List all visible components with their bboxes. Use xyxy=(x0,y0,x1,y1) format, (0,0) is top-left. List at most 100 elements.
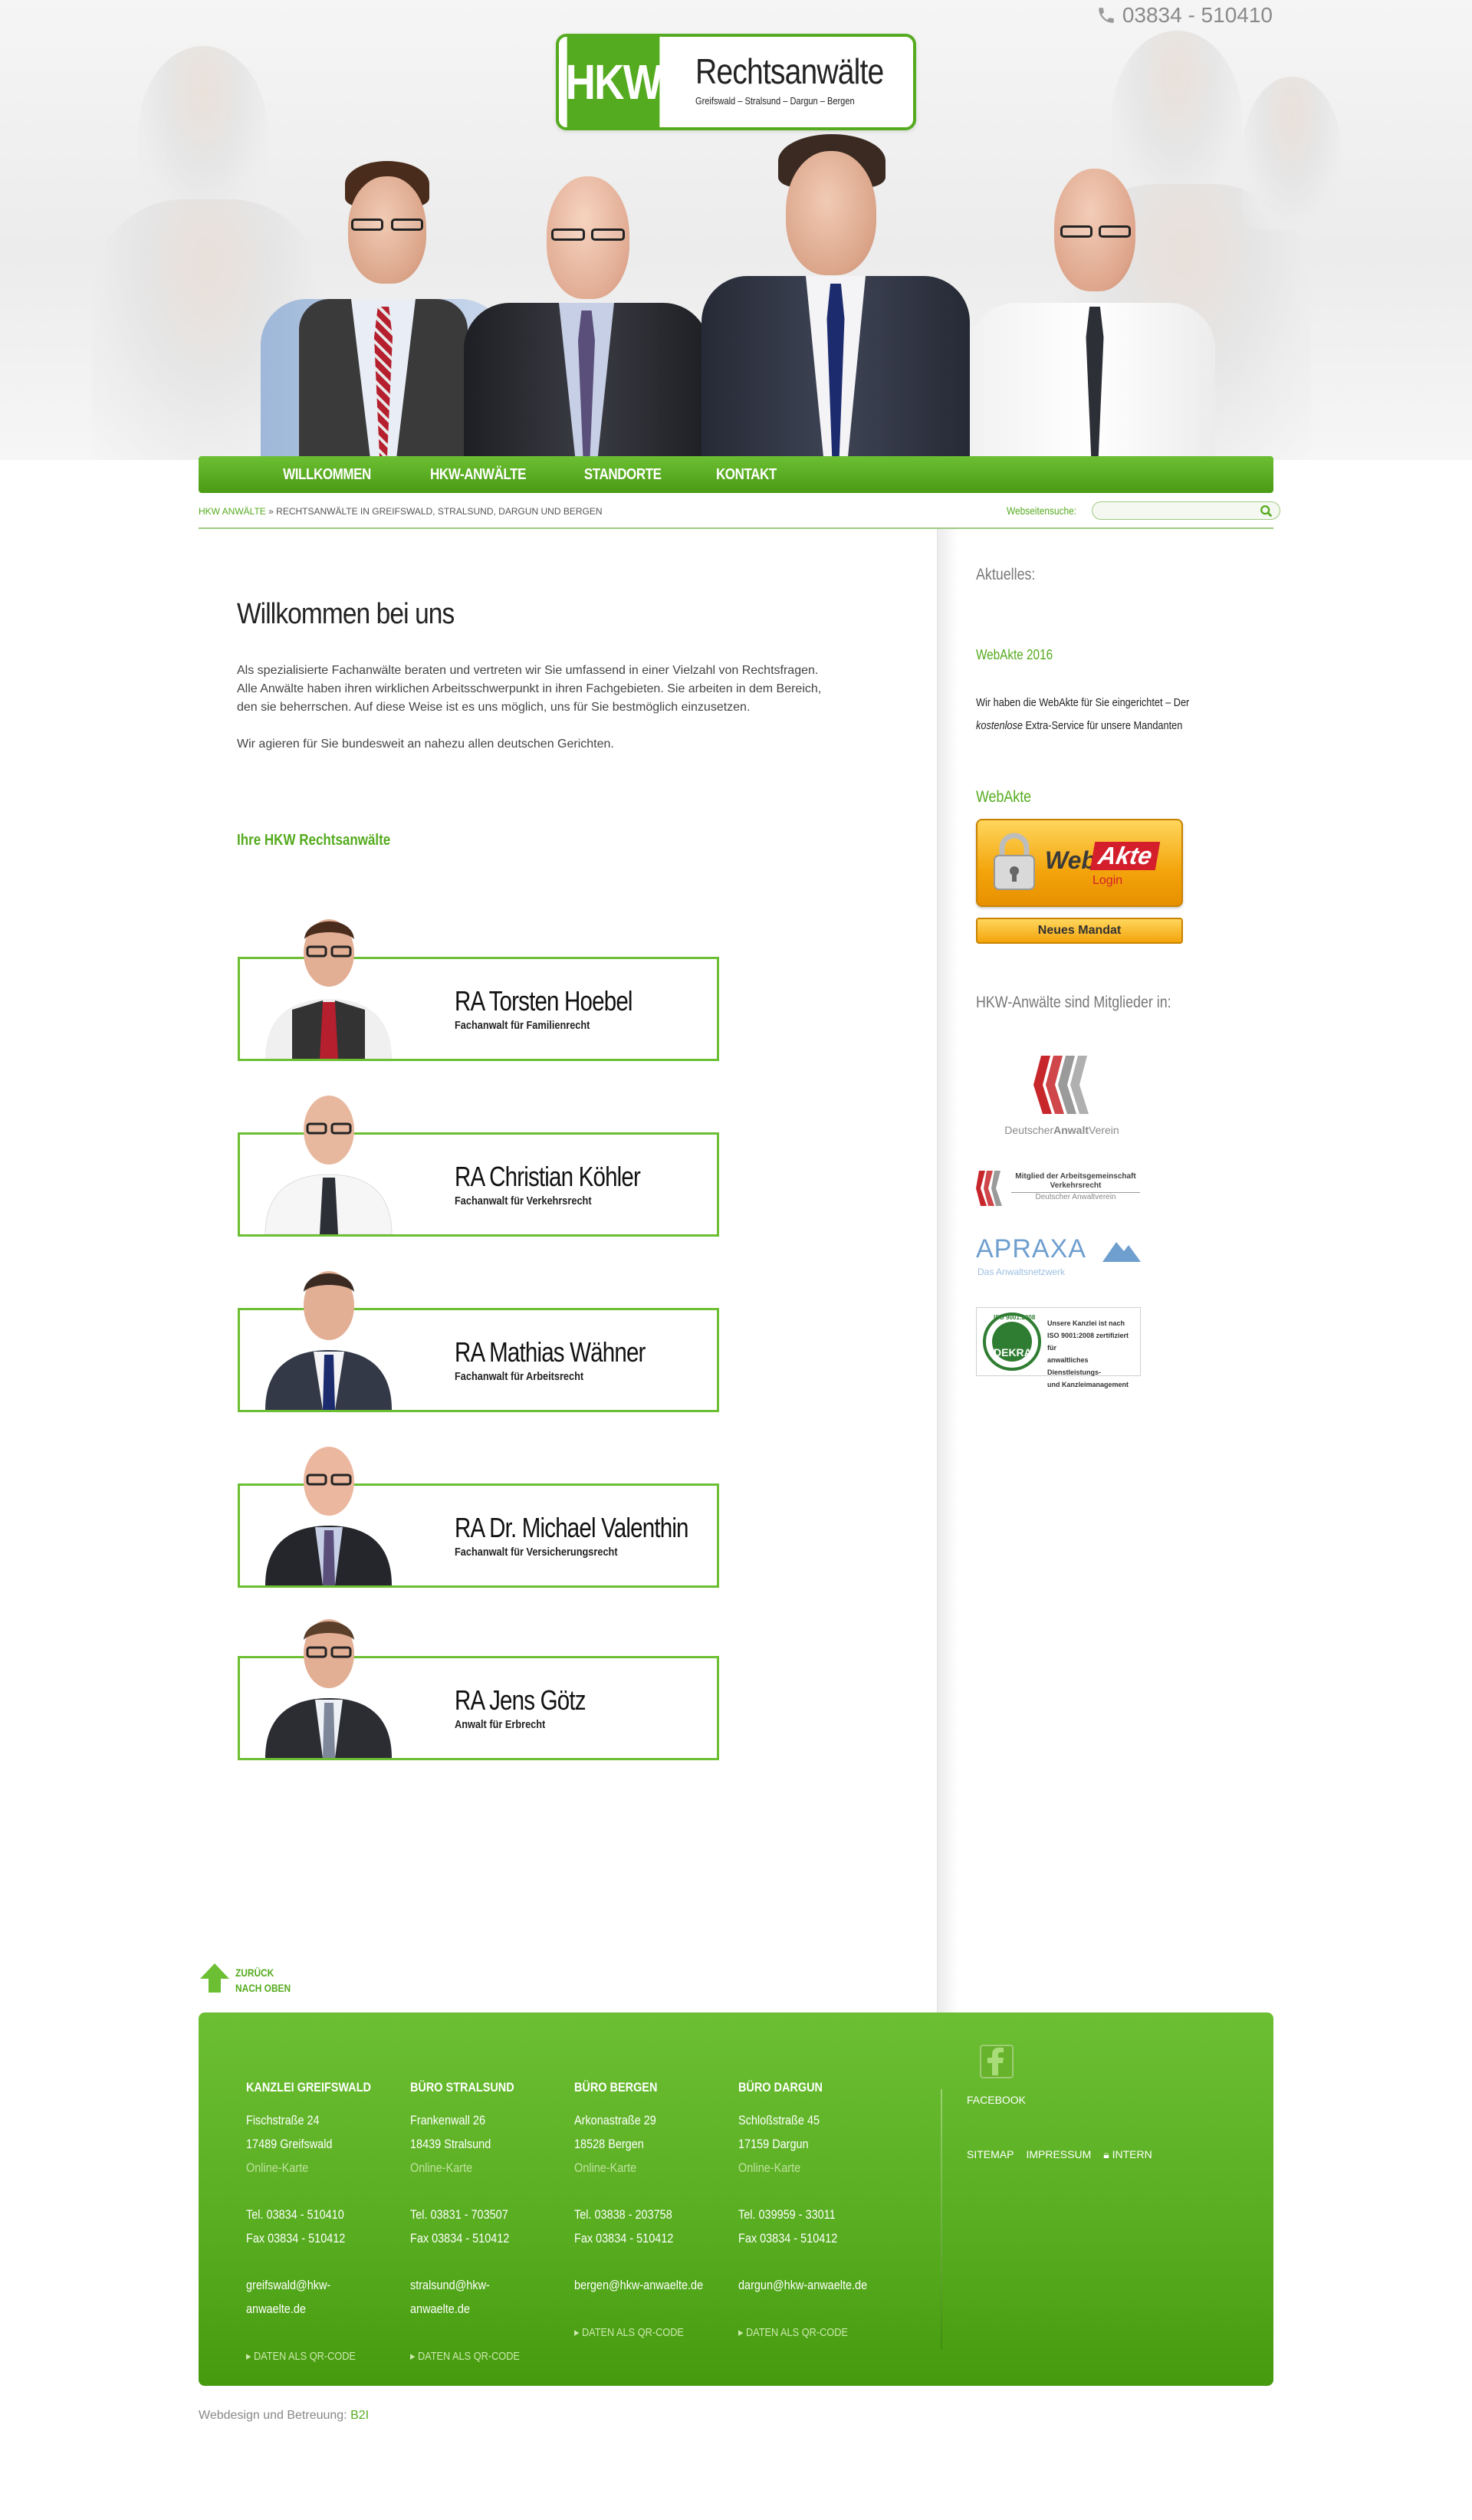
dekra-text-4: und Kanzleimanagement xyxy=(1047,1381,1129,1388)
breadcrumb-home[interactable]: HKW ANWÄLTE xyxy=(199,506,266,517)
nav-item-anwaelte[interactable]: HKW-ANWÄLTE xyxy=(412,456,544,493)
dekra-certificate-logo[interactable]: ISO 9001:2008 DEKRA Unsere Kanzlei ist n… xyxy=(976,1307,1141,1388)
dekra-text-3: anwaltliches Dienstleistungs- xyxy=(1047,1356,1102,1376)
news-link[interactable]: WebAkte 2016 xyxy=(976,647,1053,663)
office-qr-link[interactable]: ▸ DATEN ALS QR-CODE xyxy=(246,2350,356,2363)
webdesign-credit: Webdesign und Betreuung: B2I xyxy=(199,2409,369,2423)
search-field xyxy=(1092,501,1280,520)
lawyer-photo xyxy=(264,1096,393,1234)
back-to-top-link[interactable]: ZURÜCK NACH OBEN xyxy=(199,1962,301,1996)
dav-mark-icon xyxy=(1033,1056,1089,1114)
lock-icon xyxy=(994,833,1035,890)
office-email[interactable]: dargun@hkw-anwaelte.de xyxy=(738,2278,867,2292)
news-text-line-2: kostenlose Extra-Service für unsere Mand… xyxy=(976,715,1224,738)
lawyer-role: Fachanwalt für Familienrecht xyxy=(455,1019,590,1032)
lawyer-photo xyxy=(265,919,392,1059)
office-map-link[interactable]: Online-Karte xyxy=(738,2160,800,2175)
apraxa-logo[interactable]: APRAXA Das Anwaltsnetzwerk xyxy=(976,1234,1141,1280)
office-qr-label: DATEN ALS QR-CODE xyxy=(745,2326,848,2339)
lawyer-card[interactable]: RA Torsten Hoebel Fachanwalt für Familie… xyxy=(238,919,719,1061)
office-street: Frankenwall 26 xyxy=(410,2113,485,2127)
office-map-link[interactable]: Online-Karte xyxy=(410,2160,472,2175)
lawyer-name: RA Jens Götz xyxy=(455,1684,586,1716)
webakte-akte: Akte xyxy=(1089,842,1161,870)
lawyer-role: Fachanwalt für Verkehrsrecht xyxy=(455,1194,592,1207)
intern-link[interactable]: 🔒︎ INTERN xyxy=(1103,2148,1152,2161)
office-street: Fischstraße 24 xyxy=(246,2113,320,2127)
dekra-text-1: Unsere Kanzlei ist nach xyxy=(1047,1319,1125,1327)
logo-subtitle: Greifswald – Stralsund – Dargun – Bergen xyxy=(695,95,855,107)
facebook-icon[interactable] xyxy=(980,2045,1014,2078)
header-phone[interactable]: 03834 - 510410 xyxy=(1096,3,1273,28)
dav-logo-text-3: Verein xyxy=(1089,1124,1119,1136)
webakte-web: Web xyxy=(1045,846,1096,874)
lawyer-name: RA Dr. Michael Valenthin xyxy=(455,1512,688,1543)
intro-paragraph: Als spezialisierte Fachanwälte beraten u… xyxy=(237,664,822,714)
back-to-top-label: ZURÜCK NACH OBEN xyxy=(235,1965,291,1996)
arge-logo-line-2: Verkehrsrecht xyxy=(1050,1181,1102,1190)
nav-item-willkommen[interactable]: WILLKOMMEN xyxy=(264,456,389,493)
office-tel[interactable]: Tel. 039959 - 33011 xyxy=(738,2203,869,2226)
nav-item-kontakt[interactable]: KONTAKT xyxy=(698,456,795,493)
apraxa-logo-text: APRAXA xyxy=(976,1234,1086,1263)
news-text-rest: Extra-Service für unsere Mandanten xyxy=(1025,719,1183,732)
webakte-login-button[interactable]: Web Akte Login xyxy=(976,819,1183,907)
credit-label: Webdesign und Betreuung: xyxy=(199,2409,347,2422)
logo-mark: HKW xyxy=(566,37,662,127)
webakte-login-label: Login xyxy=(1092,874,1123,887)
nav-item-standorte[interactable]: STANDORTE xyxy=(566,456,679,493)
lawyer-role: Fachanwalt für Arbeitsrecht xyxy=(455,1370,584,1383)
lawyer-name: RA Torsten Hoebel xyxy=(455,985,632,1017)
lawyer-card[interactable]: RA Jens Götz Anwalt für Erbrecht xyxy=(238,1619,719,1760)
office-qr-link[interactable]: ▸ DATEN ALS QR-CODE xyxy=(410,2350,520,2363)
office-qr-label: DATEN ALS QR-CODE xyxy=(581,2326,684,2339)
new-case-button[interactable]: Neues Mandat xyxy=(976,918,1183,944)
office-qr-link[interactable]: ▸ DATEN ALS QR-CODE xyxy=(738,2326,848,2339)
news-heading: Aktuelles: xyxy=(976,566,1036,583)
office-qr-link[interactable]: ▸ DATEN ALS QR-CODE xyxy=(574,2326,684,2339)
lawyer-name: RA Christian Köhler xyxy=(455,1161,641,1192)
lawyer-card[interactable]: RA Christian Köhler Fachanwalt für Verke… xyxy=(238,1096,719,1237)
sitemap-link[interactable]: SITEMAP xyxy=(967,2148,1014,2161)
search-label: Webseitensuche: xyxy=(1007,504,1077,517)
dav-mark-icon xyxy=(976,1171,1002,1206)
lawyer-name: RA Mathias Wähner xyxy=(455,1336,646,1368)
office-map-link[interactable]: Online-Karte xyxy=(246,2160,308,2175)
office-email[interactable]: stralsund@hkw-anwaelte.de xyxy=(410,2278,490,2316)
facebook-f-icon xyxy=(987,2047,1004,2075)
news-text-line-1: Wir haben die WebAkte für Sie eingericht… xyxy=(976,696,1190,709)
office-email[interactable]: bergen@hkw-anwaelte.de xyxy=(574,2278,703,2292)
office-heading: KANZLEI GREIFSWALD xyxy=(246,2080,371,2095)
facebook-link[interactable]: FACEBOOK xyxy=(967,2094,1026,2106)
office-city: 18528 Bergen xyxy=(574,2137,644,2151)
dav-logo[interactable]: DeutscherAnwaltVerein xyxy=(989,1054,1135,1138)
office-fax: Fax 03834 - 510412 xyxy=(574,2231,674,2246)
team-heading: Ihre HKW Rechtsanwälte xyxy=(237,832,391,849)
search-icon[interactable] xyxy=(1260,504,1273,518)
lawyer-card[interactable]: RA Dr. Michael Valenthin Fachanwalt für … xyxy=(238,1447,719,1588)
main-nav: WILLKOMMEN HKW-ANWÄLTE STANDORTE KONTAKT xyxy=(199,456,1273,493)
office-tel[interactable]: Tel. 03834 - 510410 xyxy=(246,2203,376,2226)
arge-logo-line-3: Deutscher Anwaltverein xyxy=(1011,1192,1140,1202)
office-tel[interactable]: Tel. 03831 - 703507 xyxy=(410,2203,540,2226)
office-dargun: BÜRO DARGUN Schloßstraße 45 17159 Dargun… xyxy=(738,2075,869,2344)
credit-link[interactable]: B2I xyxy=(350,2409,369,2422)
hero-lawyer xyxy=(464,176,709,460)
site-logo[interactable]: HKW Rechtsanwälte Greifswald – Stralsund… xyxy=(556,34,916,130)
arge-verkehrsrecht-logo[interactable]: Mitglied der Arbeitsgemeinschaft Verkehr… xyxy=(976,1169,1141,1207)
search-input[interactable] xyxy=(1102,502,1255,519)
phone-number: 03834 - 510410 xyxy=(1122,3,1273,27)
dav-logo-text-2: Anwalt xyxy=(1053,1124,1089,1136)
lawyer-card[interactable]: RA Mathias Wähner Fachanwalt für Arbeits… xyxy=(238,1271,719,1412)
office-email[interactable]: greifswald@hkw-anwaelte.de xyxy=(246,2278,330,2316)
office-city: 18439 Stralsund xyxy=(410,2137,491,2151)
back-to-top-line-2: NACH OBEN xyxy=(235,1982,291,1994)
footer: KANZLEI GREIFSWALD Fischstraße 24 17489 … xyxy=(199,2012,1273,2386)
office-tel[interactable]: Tel. 03838 - 203758 xyxy=(574,2203,705,2226)
office-street: Arkonastraße 29 xyxy=(574,2113,656,2127)
arge-logo-text: Mitglied der Arbeitsgemeinschaft Verkehr… xyxy=(1011,1172,1140,1202)
mountain-icon xyxy=(1102,1242,1141,1262)
page-title: Willkommen bei uns xyxy=(237,598,455,630)
impressum-link[interactable]: IMPRESSUM xyxy=(1026,2148,1091,2161)
office-map-link[interactable]: Online-Karte xyxy=(574,2160,636,2175)
